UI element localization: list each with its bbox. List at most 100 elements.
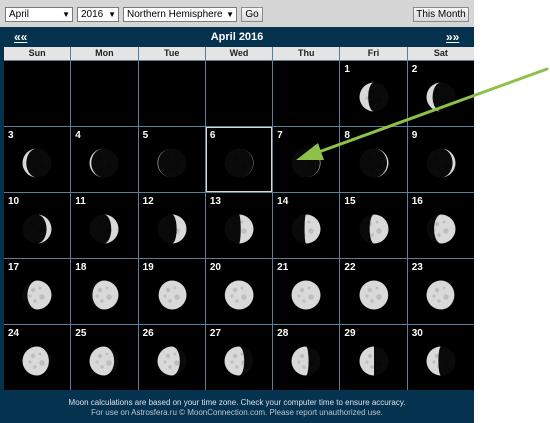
moon-crater (437, 364, 441, 369)
day-cell: 25 (71, 325, 138, 390)
moon-phase-icon (157, 214, 187, 244)
day-cell: 30 (407, 325, 474, 390)
day-number: 1 (344, 64, 350, 75)
moon-crater (106, 220, 109, 224)
moon-crater (38, 154, 42, 158)
day-cell: 12 (138, 193, 205, 258)
moon-crater (173, 227, 180, 234)
year-select[interactable]: 2016 ▼ (77, 7, 119, 22)
moon-crater (369, 298, 374, 303)
chevron-down-icon: ▼ (62, 10, 70, 19)
weekday-header: Tue (138, 47, 205, 60)
moon-crater (100, 298, 105, 303)
moon-crater (106, 227, 113, 234)
moon-calendar: «« April 2016 »» Sun Mon Tue Wed Thu Fri Sat 1 2… (0, 27, 474, 423)
moon-crater (432, 360, 436, 364)
moon-crater (241, 359, 247, 366)
moon-crater (98, 353, 103, 358)
moon-crater (367, 155, 372, 160)
moon-crater (300, 287, 305, 292)
moon-crater (98, 287, 103, 292)
day-number: 20 (209, 262, 221, 273)
moon-lit-area (224, 346, 245, 376)
moon-crater (163, 294, 167, 298)
hemisphere-select[interactable]: Northern Hemisphere ▼ (123, 7, 237, 22)
next-month-link[interactable]: »» (446, 30, 459, 44)
day-number: 27 (209, 328, 221, 339)
moon-crater (173, 352, 177, 356)
moon-crater (434, 287, 440, 292)
moon-phase-icon (359, 214, 389, 244)
moon-crater (442, 352, 446, 356)
day-cell: 4 (71, 127, 138, 192)
moon-phase-icon (426, 346, 456, 376)
moon-lit-area (238, 214, 254, 244)
month-select-value: April (9, 9, 30, 20)
moon-crater (165, 221, 170, 226)
day-cell: 18 (71, 259, 138, 324)
moon-crater (100, 364, 105, 369)
moon-phase-icon (224, 214, 254, 244)
moon-crater (434, 353, 440, 358)
moon-crater (442, 154, 446, 158)
footer-copyright: For use on Astrosfera.ru © MoonConnectio… (91, 408, 383, 417)
moon-crater (442, 286, 446, 290)
moon-crater (308, 293, 315, 300)
this-month-button[interactable]: This Month (413, 7, 469, 22)
moon-crater (95, 294, 100, 298)
day-number: 13 (209, 196, 221, 207)
moon-crater (28, 294, 32, 298)
day-cell: 9 (407, 127, 474, 192)
chevron-down-icon: ▼ (108, 10, 116, 19)
moon-crater (95, 162, 100, 166)
go-button[interactable]: Go (241, 7, 263, 22)
moon-phase-icon (89, 148, 119, 178)
moon-phase-icon (359, 346, 389, 376)
moon-crater (163, 228, 167, 232)
empty-day-cell (71, 61, 138, 126)
month-select[interactable]: April ▼ (5, 7, 73, 22)
month-title: April 2016 (210, 31, 264, 43)
moon-crater (302, 232, 307, 237)
day-number: 16 (411, 196, 423, 207)
empty-day-cell (4, 61, 71, 126)
moon-crater (235, 364, 239, 369)
moon-crater (28, 228, 32, 232)
day-number: 7 (277, 130, 283, 141)
day-number: 22 (344, 262, 356, 273)
moon-crater (173, 220, 177, 224)
moon-crater (95, 360, 100, 364)
moon-crater (230, 294, 234, 298)
empty-day-cell (273, 61, 340, 126)
moon-phase-icon (359, 82, 389, 112)
moon-crater (375, 88, 378, 92)
moon-crater (302, 166, 307, 171)
moon-crater (442, 88, 446, 92)
moon-crater (173, 154, 177, 158)
moon-phase-icon (22, 346, 52, 376)
moon-crater (297, 360, 301, 364)
moon-crater (230, 360, 234, 364)
moon-crater (375, 161, 382, 168)
moon-crater (375, 359, 382, 366)
moon-crater (38, 220, 42, 224)
day-cell: 2 (407, 61, 474, 126)
day-number: 8 (344, 130, 350, 141)
day-number: 18 (75, 262, 87, 273)
moon-crater (39, 161, 45, 168)
moon-crater (235, 166, 239, 171)
moon-crater (375, 227, 382, 234)
day-cell: 3 (4, 127, 71, 192)
moon-crater (375, 154, 378, 158)
moon-crater (364, 228, 369, 232)
moon-crater (432, 162, 436, 166)
moon-crater (241, 293, 247, 300)
moon-crater (240, 154, 244, 158)
moon-phase-icon (22, 280, 52, 310)
moon-crater (297, 228, 301, 232)
day-number: 17 (8, 262, 20, 273)
moon-crater (167, 232, 172, 237)
day-number: 24 (8, 328, 20, 339)
moon-crater (369, 364, 374, 369)
day-number: 10 (8, 196, 20, 207)
